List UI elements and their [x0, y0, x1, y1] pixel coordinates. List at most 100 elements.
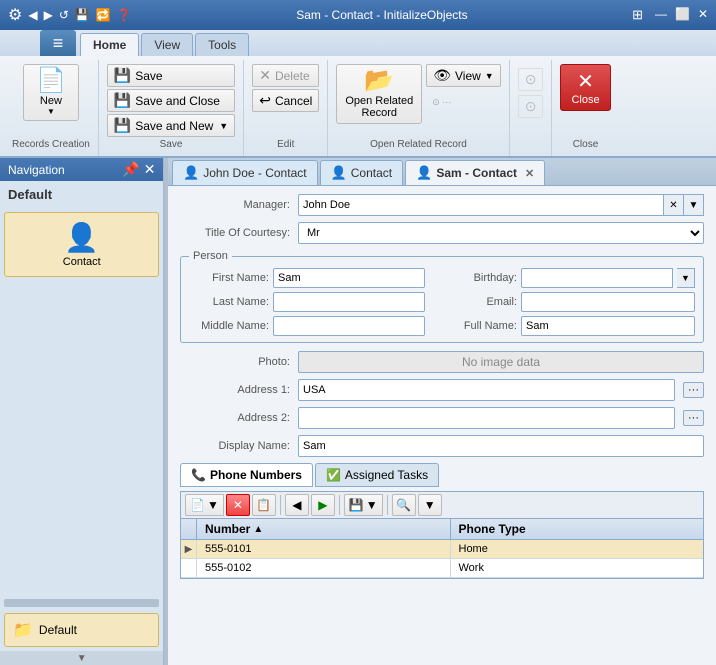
view-button[interactable]: 👁 View ▼ [426, 64, 501, 87]
tab-view[interactable]: View [141, 33, 193, 56]
copy-btn[interactable]: 📋 [252, 494, 276, 516]
birthday-input[interactable] [521, 268, 673, 288]
grid-toolbar: 📄 ▼ ✕ 📋 ◀ ▶ [180, 491, 704, 518]
dropdown-arrow: ▼ [207, 498, 219, 512]
save-btn-title[interactable]: 💾 [75, 8, 90, 22]
ribbon-group-records-creation: 📄 New ▼ Records Creation [4, 60, 99, 156]
restore-btn[interactable]: ⬜ [675, 7, 690, 23]
nav-scrollbar[interactable] [4, 599, 159, 607]
tab-phone-numbers[interactable]: 📞 Phone Numbers [180, 463, 313, 487]
tasks-tab-icon: ✅ [326, 468, 341, 482]
save-new-button[interactable]: 💾 Save and New ▼ [107, 114, 235, 137]
refresh-btn[interactable]: ↺ [59, 8, 69, 22]
person-grid: First Name: Birthday: ▼ Last Name: [189, 268, 695, 336]
nav-scroll-down[interactable]: ▼ [77, 653, 87, 664]
full-name-input[interactable] [521, 316, 695, 336]
grid-icon[interactable]: ⊞ [632, 7, 643, 23]
help-btn[interactable]: ❓ [117, 8, 132, 22]
nav-contact-item[interactable]: 👤 Contact [4, 212, 159, 277]
new-label: New [40, 95, 62, 107]
tab-home[interactable]: Home [80, 33, 139, 56]
title-courtesy-row: Title Of Courtesy: Mr Mrs Ms Dr [180, 222, 704, 244]
new-record-main[interactable]: 📄 ▼ [185, 494, 224, 516]
save-label: Save [135, 69, 162, 83]
open-related-button[interactable]: 📂 Open RelatedRecord [336, 64, 422, 124]
save-list-main[interactable]: 💾 ▼ [344, 494, 383, 516]
delete-button[interactable]: ✕ Delete [252, 64, 319, 87]
first-name-input[interactable] [273, 268, 425, 288]
last-name-input[interactable] [273, 292, 425, 312]
save-close-button[interactable]: 💾 Save and Close [107, 89, 235, 112]
next-btn[interactable]: ▶ [311, 494, 335, 516]
main-area: Navigation 📌 ✕ Default 👤 Contact 📁 Defau… [0, 158, 716, 665]
back-btn[interactable]: ◀ [28, 8, 37, 22]
address2-input[interactable] [298, 407, 675, 429]
close-button[interactable]: ✕ Close [560, 64, 610, 111]
more-btn1: ⊙ [518, 68, 544, 91]
tab-close-sam[interactable]: ✕ [525, 167, 534, 180]
close-group-label: Close [573, 137, 599, 152]
doc-tab-contact[interactable]: 👤 Contact [320, 160, 404, 185]
cancel-button[interactable]: ↩ Cancel [252, 89, 319, 112]
forward-btn[interactable]: ▶ [44, 8, 53, 22]
email-input[interactable] [521, 292, 695, 312]
extra-btn[interactable]: 🔁 [96, 8, 111, 22]
ribbon-group-close: ✕ Close Close [552, 60, 618, 156]
app-icon: ⚙ [8, 5, 22, 25]
manager-input[interactable] [298, 194, 664, 216]
search-btn[interactable]: 🔍 [392, 494, 416, 516]
address2-more-btn[interactable]: ··· [683, 410, 704, 426]
manager-clear-btn[interactable]: ✕ [664, 194, 684, 216]
ribbon-tab-bar: ≡ Home View Tools [0, 30, 716, 56]
placeholder-btn2: ⊙ ··· [426, 95, 501, 110]
tab-assigned-tasks[interactable]: ✅ Assigned Tasks [315, 463, 439, 487]
close-btn[interactable]: ✕ [698, 7, 708, 23]
nav-footer-default[interactable]: 📁 Default [4, 613, 159, 647]
address1-input[interactable] [298, 379, 675, 401]
birthday-calendar-btn[interactable]: ▼ [677, 268, 695, 288]
title-courtesy-select[interactable]: Mr Mrs Ms Dr [298, 222, 704, 244]
grid-row-1[interactable]: 555-0102 Work [181, 559, 703, 578]
address1-more-btn[interactable]: ··· [683, 382, 704, 398]
manager-label: Manager: [180, 199, 290, 211]
doc-tab-johndoe[interactable]: 👤 John Doe - Contact [172, 160, 318, 185]
nav-close-btn[interactable]: ✕ [144, 161, 156, 178]
tab-tools[interactable]: Tools [195, 33, 249, 56]
col-phone-type[interactable]: Phone Type [451, 519, 704, 539]
save-button[interactable]: 💾 Save [107, 64, 235, 87]
nav-pin-btn[interactable]: 📌 [122, 161, 139, 178]
bottom-tabs: 📞 Phone Numbers ✅ Assigned Tasks [180, 463, 704, 487]
search-icon: 🔍 [396, 498, 411, 512]
prev-icon: ◀ [292, 498, 301, 512]
minimize-btn[interactable]: — [655, 7, 667, 23]
close-icon: ✕ [577, 69, 594, 94]
address2-label: Address 2: [180, 412, 290, 424]
save-list-btn[interactable]: 💾 ▼ [344, 494, 383, 516]
save-new-icon: 💾 [114, 117, 131, 134]
first-name-label: First Name: [189, 272, 269, 284]
nav-title: Navigation [8, 163, 65, 177]
delete-record-btn[interactable]: ✕ [226, 494, 250, 516]
phone-tab-label: Phone Numbers [210, 468, 302, 482]
more-grid-btn[interactable]: ▼ [418, 494, 442, 516]
birthday-label: Birthday: [437, 272, 517, 284]
nav-header: Navigation 📌 ✕ [0, 158, 163, 181]
middle-name-input[interactable] [273, 316, 425, 336]
close-label: Close [571, 94, 599, 106]
ribbon-group-more: ⊙ ⊙ ... [510, 60, 553, 156]
new-record-btn[interactable]: 📄 ▼ [185, 494, 224, 516]
tab-label-contact: Contact [351, 166, 392, 180]
grid-row-0[interactable]: ▶ 555-0101 Home [181, 540, 703, 559]
col-number[interactable]: Number ▲ [197, 519, 451, 539]
last-name-label: Last Name: [189, 296, 269, 308]
prev-btn[interactable]: ◀ [285, 494, 309, 516]
content-area: 👤 John Doe - Contact 👤 Contact 👤 Sam - C… [168, 158, 716, 665]
display-name-row: Display Name: [180, 435, 704, 457]
contact-icon: 👤 [64, 221, 99, 254]
display-name-input[interactable] [298, 435, 704, 457]
system-menu-btn[interactable]: ≡ [40, 30, 76, 56]
manager-dropdown-btn[interactable]: ▼ [684, 194, 704, 216]
new-button[interactable]: 📄 New ▼ [23, 64, 79, 121]
full-name-row: Full Name: [437, 316, 695, 336]
doc-tab-sam[interactable]: 👤 Sam - Contact ✕ [405, 160, 545, 185]
